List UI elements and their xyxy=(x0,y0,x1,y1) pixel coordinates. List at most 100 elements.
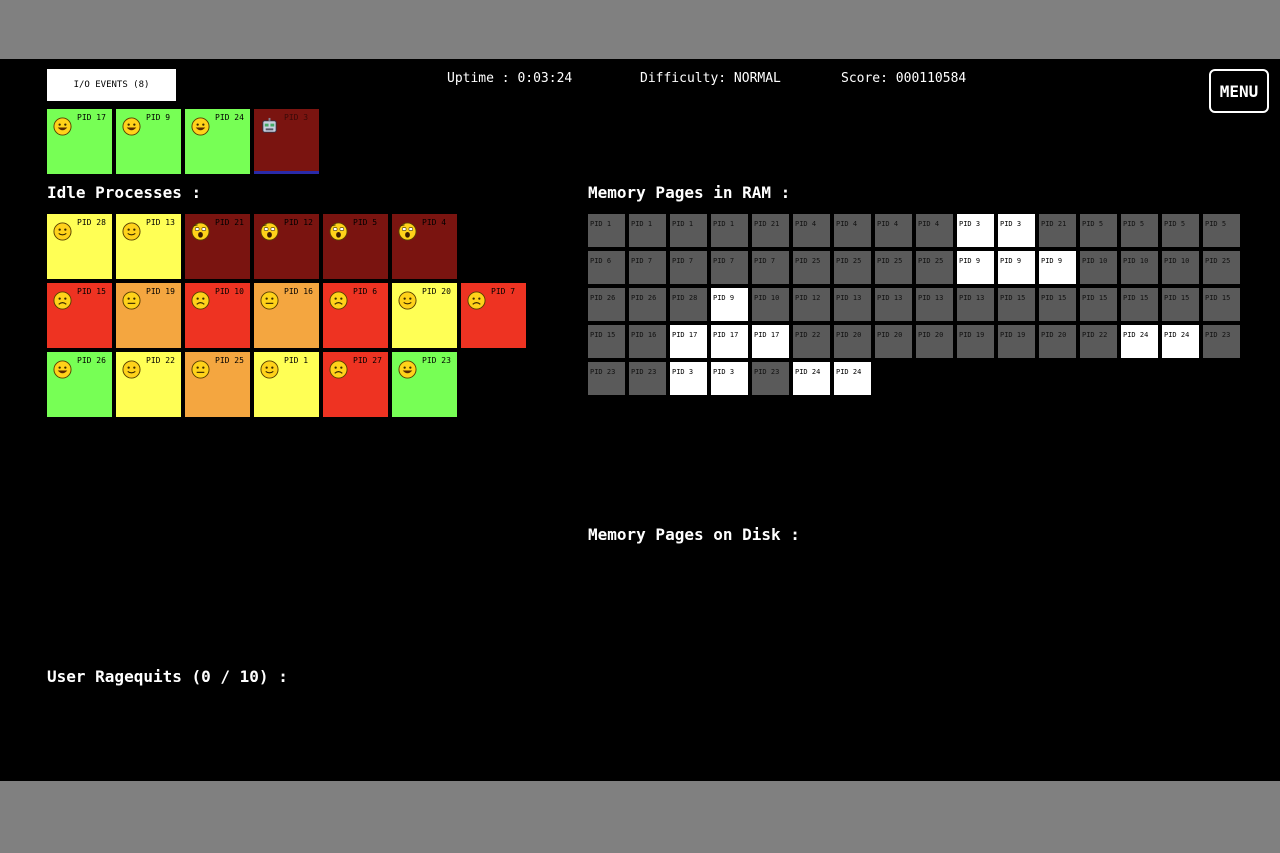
io-events-button[interactable]: I/O EVENTS (8) xyxy=(47,69,176,101)
memory-page[interactable]: PID 10 xyxy=(1080,251,1117,284)
memory-page[interactable]: PID 7 xyxy=(670,251,707,284)
process-card[interactable]: PID 4 xyxy=(392,214,457,279)
memory-page[interactable]: PID 25 xyxy=(916,251,953,284)
memory-page[interactable]: PID 4 xyxy=(793,214,830,247)
process-card[interactable]: PID 26 xyxy=(47,352,112,417)
memory-page[interactable]: PID 15 xyxy=(1080,288,1117,321)
memory-page[interactable]: PID 20 xyxy=(916,325,953,358)
memory-page[interactable]: PID 9 xyxy=(998,251,1035,284)
memory-page[interactable]: PID 23 xyxy=(752,362,789,395)
memory-page[interactable]: PID 7 xyxy=(752,251,789,284)
process-card[interactable]: PID 17 xyxy=(47,109,112,174)
memory-page[interactable]: PID 5 xyxy=(1203,214,1240,247)
memory-page[interactable]: PID 15 xyxy=(1203,288,1240,321)
memory-page[interactable]: PID 3 xyxy=(998,214,1035,247)
memory-page[interactable]: PID 24 xyxy=(1121,325,1158,358)
memory-page[interactable]: PID 4 xyxy=(834,214,871,247)
memory-page[interactable]: PID 5 xyxy=(1121,214,1158,247)
process-pid-label: PID 15 xyxy=(77,287,106,296)
memory-page[interactable]: PID 13 xyxy=(875,288,912,321)
memory-page[interactable]: PID 23 xyxy=(629,362,666,395)
memory-page[interactable]: PID 19 xyxy=(998,325,1035,358)
memory-page[interactable]: PID 10 xyxy=(752,288,789,321)
memory-page[interactable]: PID 15 xyxy=(588,325,625,358)
memory-page[interactable]: PID 28 xyxy=(670,288,707,321)
process-card[interactable]: PID 13 xyxy=(116,214,181,279)
process-card[interactable]: PID 10 xyxy=(185,283,250,348)
memory-page[interactable]: PID 13 xyxy=(957,288,994,321)
process-card[interactable]: PID 28 xyxy=(47,214,112,279)
process-card[interactable]: PID 23 xyxy=(392,352,457,417)
process-card[interactable]: PID 12 xyxy=(254,214,319,279)
memory-page[interactable]: PID 23 xyxy=(588,362,625,395)
process-card[interactable]: PID 19 xyxy=(116,283,181,348)
memory-page[interactable]: PID 24 xyxy=(793,362,830,395)
memory-page[interactable]: PID 5 xyxy=(1162,214,1199,247)
memory-page[interactable]: PID 7 xyxy=(711,251,748,284)
process-card[interactable]: PID 5 xyxy=(323,214,388,279)
memory-page[interactable]: PID 12 xyxy=(793,288,830,321)
memory-page[interactable]: PID 20 xyxy=(875,325,912,358)
memory-page[interactable]: PID 13 xyxy=(834,288,871,321)
menu-button[interactable]: MENU xyxy=(1209,69,1269,113)
memory-page[interactable]: PID 15 xyxy=(998,288,1035,321)
process-card[interactable]: PID 22 xyxy=(116,352,181,417)
memory-page[interactable]: PID 21 xyxy=(1039,214,1076,247)
memory-page[interactable]: PID 4 xyxy=(916,214,953,247)
process-card[interactable]: PID 9 xyxy=(116,109,181,174)
process-card[interactable]: PID 20 xyxy=(392,283,457,348)
memory-page[interactable]: PID 23 xyxy=(1203,325,1240,358)
process-card[interactable]: PID 16 xyxy=(254,283,319,348)
memory-page[interactable]: PID 17 xyxy=(670,325,707,358)
memory-page[interactable]: PID 16 xyxy=(629,325,666,358)
memory-page[interactable]: PID 25 xyxy=(875,251,912,284)
process-card[interactable]: PID 3 xyxy=(254,109,319,174)
memory-page[interactable]: PID 3 xyxy=(670,362,707,395)
memory-page[interactable]: PID 1 xyxy=(670,214,707,247)
memory-page[interactable]: PID 19 xyxy=(957,325,994,358)
process-card[interactable]: PID 24 xyxy=(185,109,250,174)
memory-page[interactable]: PID 10 xyxy=(1162,251,1199,284)
memory-page[interactable]: PID 15 xyxy=(1039,288,1076,321)
memory-page[interactable]: PID 22 xyxy=(1080,325,1117,358)
scream-face-icon xyxy=(260,222,279,241)
memory-page[interactable]: PID 25 xyxy=(793,251,830,284)
memory-page[interactable]: PID 17 xyxy=(752,325,789,358)
process-card[interactable]: PID 7 xyxy=(461,283,526,348)
memory-page[interactable]: PID 20 xyxy=(1039,325,1076,358)
memory-page[interactable]: PID 17 xyxy=(711,325,748,358)
process-card[interactable]: PID 1 xyxy=(254,352,319,417)
scream-face-icon xyxy=(191,222,210,241)
memory-page[interactable]: PID 13 xyxy=(916,288,953,321)
memory-page[interactable]: PID 4 xyxy=(875,214,912,247)
process-card[interactable]: PID 25 xyxy=(185,352,250,417)
memory-page[interactable]: PID 3 xyxy=(957,214,994,247)
memory-page[interactable]: PID 26 xyxy=(629,288,666,321)
memory-page[interactable]: PID 5 xyxy=(1080,214,1117,247)
process-card[interactable]: PID 6 xyxy=(323,283,388,348)
memory-page[interactable]: PID 10 xyxy=(1121,251,1158,284)
memory-page[interactable]: PID 7 xyxy=(629,251,666,284)
memory-page[interactable]: PID 24 xyxy=(1162,325,1199,358)
process-card[interactable]: PID 27 xyxy=(323,352,388,417)
memory-page[interactable]: PID 15 xyxy=(1162,288,1199,321)
memory-page[interactable]: PID 26 xyxy=(588,288,625,321)
memory-page[interactable]: PID 9 xyxy=(711,288,748,321)
disk-pages-heading: Memory Pages on Disk : xyxy=(588,525,800,544)
memory-page[interactable]: PID 15 xyxy=(1121,288,1158,321)
memory-page[interactable]: PID 1 xyxy=(588,214,625,247)
memory-page[interactable]: PID 6 xyxy=(588,251,625,284)
memory-page[interactable]: PID 22 xyxy=(793,325,830,358)
memory-page[interactable]: PID 25 xyxy=(834,251,871,284)
memory-page[interactable]: PID 9 xyxy=(957,251,994,284)
memory-page[interactable]: PID 1 xyxy=(629,214,666,247)
memory-page[interactable]: PID 25 xyxy=(1203,251,1240,284)
process-card[interactable]: PID 15 xyxy=(47,283,112,348)
process-card[interactable]: PID 21 xyxy=(185,214,250,279)
memory-page[interactable]: PID 1 xyxy=(711,214,748,247)
memory-page[interactable]: PID 20 xyxy=(834,325,871,358)
memory-page[interactable]: PID 21 xyxy=(752,214,789,247)
memory-page[interactable]: PID 24 xyxy=(834,362,871,395)
memory-page[interactable]: PID 3 xyxy=(711,362,748,395)
memory-page[interactable]: PID 9 xyxy=(1039,251,1076,284)
